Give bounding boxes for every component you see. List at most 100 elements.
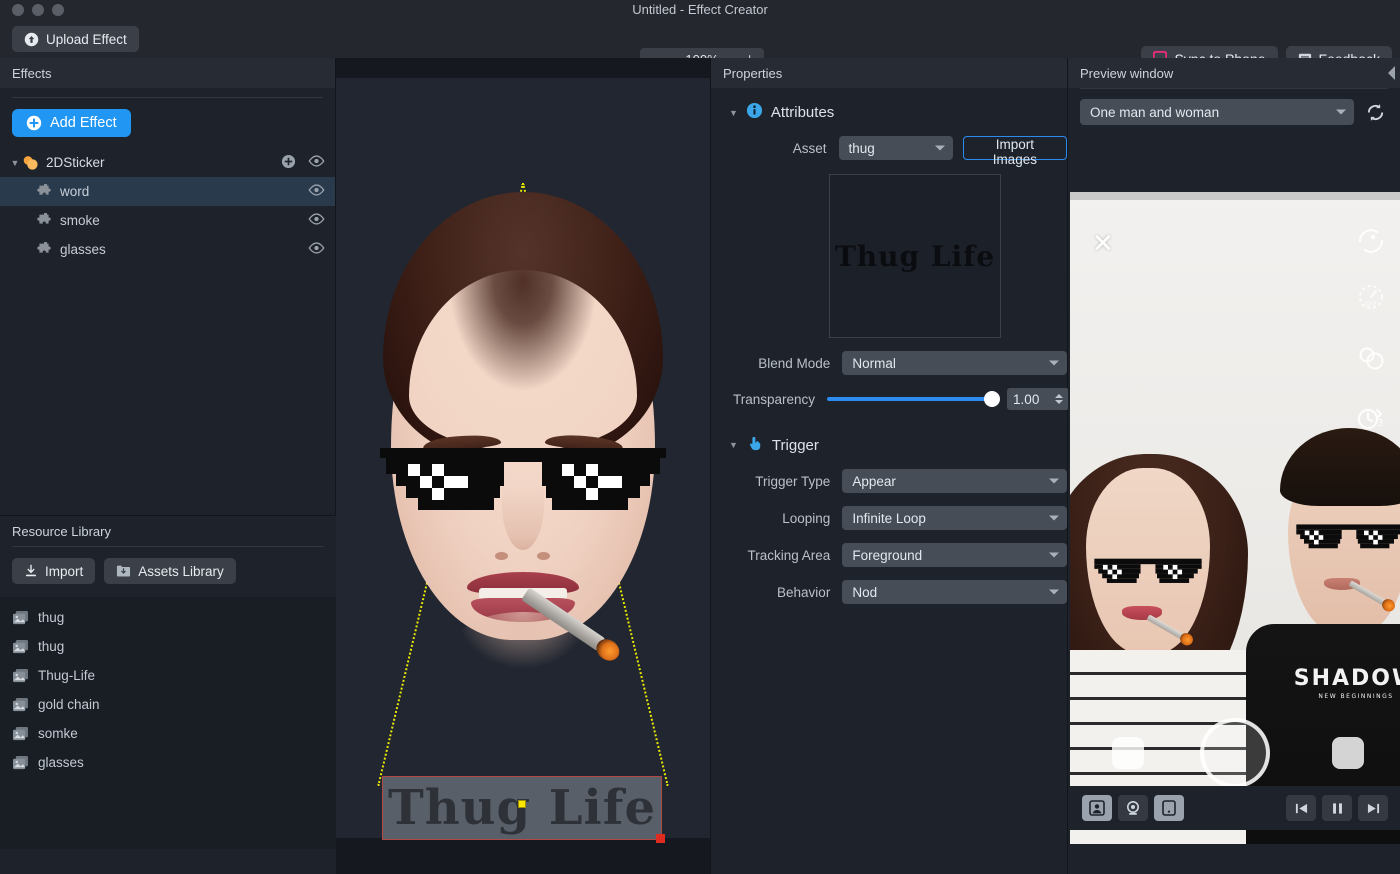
import-images-button[interactable]: Import Images [962, 136, 1067, 167]
image-icon [13, 755, 28, 770]
canvas-viewport[interactable]: Thug Life [336, 58, 710, 874]
close-x-icon[interactable]: ✕ [1092, 230, 1114, 256]
list-item[interactable]: somke [0, 719, 336, 748]
image-icon [13, 668, 28, 683]
preview-panel: Preview window One man and woman ✕ OFF 3… [1068, 58, 1400, 874]
visibility-eye-icon[interactable] [308, 242, 325, 257]
pause-button[interactable] [1322, 795, 1352, 821]
view-mode-buttons [1082, 795, 1184, 821]
svg-text:OFF: OFF [1365, 301, 1377, 308]
portrait-mode-button[interactable] [1082, 795, 1112, 821]
refresh-icon [1367, 103, 1383, 121]
tree-item-label: smoke [60, 213, 100, 228]
timer-off-icon[interactable]: OFF [1354, 280, 1388, 319]
transparency-slider[interactable] [827, 391, 1001, 407]
asset-preview-thumbnail[interactable]: Thug Life [829, 174, 1001, 338]
image-icon [13, 726, 28, 741]
filters-icon[interactable] [1354, 342, 1388, 381]
plus-circle-icon [26, 115, 42, 131]
skip-forward-button[interactable] [1358, 795, 1388, 821]
tree-item-2dsticker[interactable]: ▼ 2DSticker [0, 148, 335, 177]
model-hair [383, 192, 663, 460]
playback-buttons [1286, 795, 1388, 821]
image-icon [13, 610, 28, 625]
list-item[interactable]: thug [0, 632, 336, 661]
effects-panel: Effects Add Effect ▼ 2DSticker word smok… [0, 58, 336, 874]
record-button[interactable] [1200, 718, 1270, 788]
list-item[interactable]: gold chain [0, 690, 336, 719]
assets-library-button[interactable]: Assets Library [104, 558, 236, 584]
chevron-down-icon [1336, 109, 1346, 115]
add-layer-icon[interactable] [281, 154, 296, 172]
tree-item-label: word [60, 184, 90, 199]
slider-knob[interactable] [984, 391, 1001, 407]
trigger-title: Trigger [771, 436, 819, 454]
list-item[interactable]: glasses [0, 748, 336, 777]
visibility-eye-icon[interactable] [308, 155, 325, 170]
looping-value: Infinite Loop [852, 510, 926, 526]
sticker-group-icon [22, 155, 42, 171]
sunglasses-sticker[interactable] [380, 448, 666, 521]
resource-list: thug thug Thug-Life gold chain somke gla… [0, 597, 336, 849]
tree-item-glasses[interactable]: glasses [0, 235, 335, 264]
blend-mode-select[interactable]: Normal [842, 351, 1067, 375]
asset-value: thug [848, 140, 875, 156]
image-icon [13, 639, 28, 654]
flip-camera-icon[interactable] [1354, 224, 1388, 263]
resize-handle[interactable] [656, 834, 665, 843]
resource-library-header: Resource Library [0, 516, 336, 546]
stepper-arrows[interactable] [1055, 394, 1064, 404]
effects-button[interactable] [1332, 737, 1364, 769]
refresh-button[interactable] [1362, 99, 1388, 125]
properties-header: Properties [711, 58, 1067, 88]
chevron-left-icon[interactable] [1387, 66, 1396, 83]
list-item-label: thug [38, 639, 65, 654]
tree-item-smoke[interactable]: smoke [0, 206, 335, 235]
resource-library-panel: Resource Library Import Assets Library t… [0, 515, 336, 874]
transparency-stepper[interactable]: 1.00 [1007, 388, 1070, 410]
upload-effect-button[interactable]: Upload Effect [12, 26, 139, 52]
trigger-section-header[interactable]: ▼ Trigger [711, 410, 1067, 456]
blend-mode-label: Blend Mode [758, 355, 831, 371]
tree-item-word[interactable]: word [0, 177, 335, 206]
upload-arrow-icon [24, 32, 39, 46]
attributes-section-header[interactable]: ▼ Attributes [711, 88, 1067, 123]
svg-text:3: 3 [1377, 418, 1383, 429]
chevron-down-icon[interactable]: ▼ [8, 158, 22, 168]
camera-mode-button[interactable] [1118, 795, 1148, 821]
chevron-down-icon[interactable]: ▼ [729, 108, 738, 118]
behavior-select[interactable]: Nod [842, 580, 1067, 604]
trigger-type-value: Appear [852, 473, 896, 489]
chevron-down-icon[interactable]: ▼ [729, 440, 738, 450]
import-button[interactable]: Import [12, 558, 96, 584]
trigger-type-select[interactable]: Appear [842, 469, 1067, 493]
trigger-type-row: Trigger Type Appear [711, 469, 1067, 493]
attributes-title: Attributes [770, 104, 835, 121]
tracking-area-select[interactable]: Foreground [842, 543, 1067, 567]
anchor-point[interactable] [518, 800, 526, 808]
looping-select[interactable]: Infinite Loop [842, 506, 1067, 530]
chevron-down-icon [934, 145, 945, 151]
properties-panel: Properties ▼ Attributes Asset thug Impor… [710, 58, 1070, 874]
preview-video[interactable]: ✕ OFF 3 SHADO NEW BEGINNINGS [1070, 192, 1400, 844]
title-bar: Untitled - Effect Creator [0, 0, 1400, 20]
gallery-button[interactable] [1112, 737, 1144, 769]
canvas-stage[interactable]: Thug Life [336, 78, 710, 843]
preview-header: Preview window [1068, 58, 1400, 88]
add-effect-button[interactable]: Add Effect [12, 109, 131, 137]
list-item[interactable]: Thug-Life [0, 661, 336, 690]
visibility-eye-icon[interactable] [308, 184, 325, 199]
transparency-value: 1.00 [1013, 391, 1040, 407]
selected-sticker-word[interactable]: Thug Life [382, 776, 665, 843]
visibility-eye-icon[interactable] [308, 213, 325, 228]
list-item[interactable]: thug [0, 603, 336, 632]
phone-frame-icon [1162, 800, 1176, 816]
import-label: Import [45, 563, 84, 579]
image-icon [13, 697, 28, 712]
skip-back-button[interactable] [1286, 795, 1316, 821]
phone-mode-button[interactable] [1154, 795, 1184, 821]
asset-select[interactable]: thug [838, 136, 953, 160]
chevron-down-icon [1049, 515, 1059, 521]
preview-source-select[interactable]: One man and woman [1080, 99, 1354, 125]
portrait-icon [1089, 800, 1105, 816]
